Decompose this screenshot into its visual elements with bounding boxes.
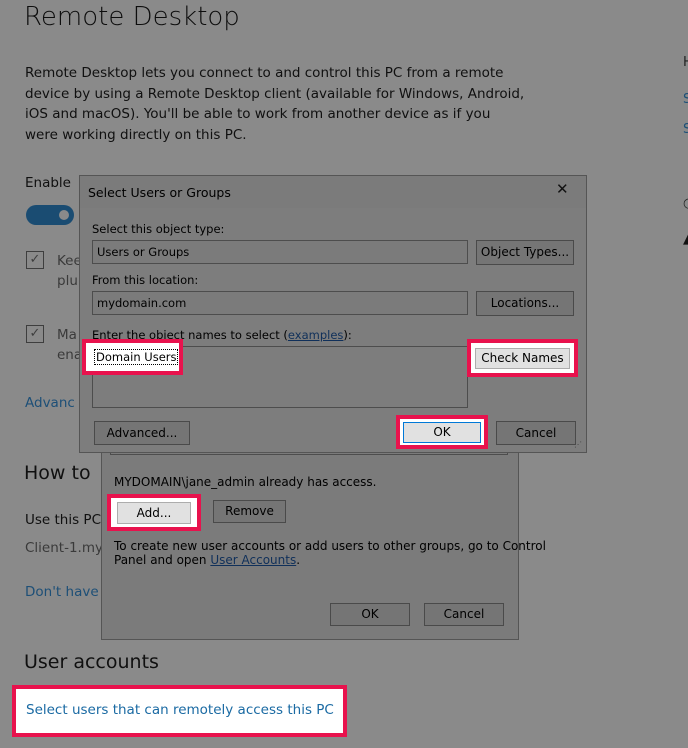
use-this-pc-label: Use this PC (25, 512, 102, 528)
object-type-label: Select this object type: (92, 222, 225, 236)
highlight-object-names: Domain Users (82, 339, 183, 375)
right-panel-icon-1: ○ (683, 196, 688, 211)
add-button[interactable]: Add... (117, 502, 191, 524)
domain-users-name-text[interactable]: Domain Users (94, 349, 179, 365)
make-discoverable-label-1: Ma (57, 327, 77, 343)
already-access-text: MYDOMAIN\jane_admin already has access. (114, 475, 377, 489)
right-panel-link-1[interactable]: S (683, 92, 688, 107)
pc-name-value: Client-1.my (25, 540, 103, 556)
highlight-ok: OK (396, 415, 488, 449)
make-discoverable-checkbox[interactable]: ✓ (26, 325, 44, 343)
info-text-line1: To create new user accounts or add users… (114, 539, 546, 553)
select-users-link[interactable]: Select users that can remotely access th… (26, 702, 334, 718)
dont-have-client-link[interactable]: Don't have (25, 584, 99, 600)
info-text-line2: Panel and open User Accounts. (114, 553, 300, 567)
page-description: Remote Desktop lets you connect to and c… (25, 65, 525, 143)
resize-grip-icon[interactable]: ⋰ (574, 440, 582, 449)
how-to-heading: How to (24, 462, 91, 484)
location-field: mydomain.com (92, 291, 468, 315)
rdu-cancel-button[interactable]: Cancel (424, 603, 504, 626)
remove-button[interactable]: Remove (213, 500, 286, 523)
check-names-button[interactable]: Check Names (475, 348, 570, 369)
locations-button[interactable]: Locations... (476, 291, 574, 316)
sug-cancel-button[interactable]: Cancel (496, 421, 576, 445)
rdu-ok-button[interactable]: OK (330, 603, 410, 626)
highlight-add: Add... (107, 494, 201, 531)
keep-awake-label-2: plu (57, 273, 78, 289)
enable-remote-desktop-toggle[interactable] (26, 205, 74, 225)
advanced-button[interactable]: Advanced... (94, 421, 190, 445)
highlight-select-users-link: Select users that can remotely access th… (12, 685, 347, 737)
close-icon[interactable]: ✕ (556, 180, 569, 198)
object-types-button[interactable]: Object Types... (476, 240, 574, 265)
page-title: Remote Desktop (24, 2, 240, 32)
select-users-or-groups-dialog: Select Users or Groups ✕ Select this obj… (79, 175, 587, 453)
enable-label: Enable (25, 175, 71, 191)
object-type-field: Users or Groups (92, 240, 468, 264)
enter-names-suffix: ): (343, 328, 352, 342)
sug-ok-button[interactable]: OK (403, 422, 481, 443)
info-text-suffix: . (296, 553, 301, 567)
keep-awake-checkbox[interactable]: ✓ (26, 251, 44, 269)
dialog-title: Select Users or Groups (88, 185, 231, 200)
checkmark-icon: ✓ (29, 326, 41, 341)
remote-desktop-users-dialog: MYDOMAIN\jane_admin already has access. … (101, 440, 546, 640)
right-panel-icon-2: ▲ (683, 232, 688, 247)
examples-link[interactable]: examples (288, 328, 344, 342)
info-text-prefix: Panel and open (114, 553, 211, 567)
advanced-settings-link[interactable]: Advanc (25, 395, 75, 411)
right-panel-link-2[interactable]: S (683, 122, 688, 137)
right-panel-heading: H (683, 55, 688, 70)
highlight-check-names: Check Names (467, 339, 578, 377)
user-accounts-heading: User accounts (24, 651, 159, 673)
user-accounts-link[interactable]: User Accounts (210, 553, 296, 567)
location-label: From this location: (92, 273, 199, 287)
checkmark-icon: ✓ (29, 252, 41, 267)
